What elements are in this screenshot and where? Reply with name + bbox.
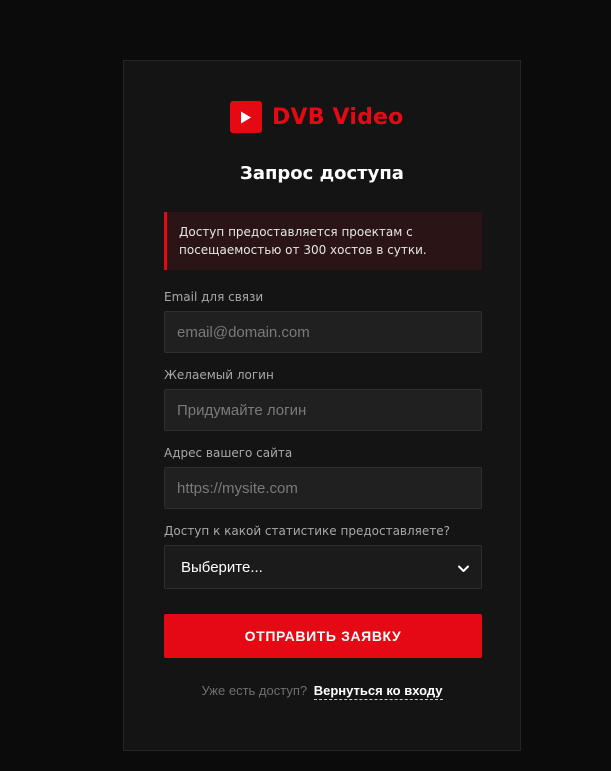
page: DVB Video Запрос доступа Доступ предоста… xyxy=(0,0,611,771)
brand-logo: DVB Video xyxy=(230,101,403,133)
page-title: Запрос доступа xyxy=(240,163,404,184)
stats-select[interactable]: Выберите... xyxy=(164,545,482,589)
brand-name: DVB Video xyxy=(272,104,404,130)
play-icon xyxy=(230,101,262,133)
email-field-label: Email для связи xyxy=(164,290,264,304)
login-field[interactable] xyxy=(164,389,482,431)
stats-select-label: Доступ к какой статистике предоставляете… xyxy=(164,524,451,538)
login-prompt-text: Уже есть доступ? xyxy=(201,683,308,698)
login-field-label: Желаемый логин xyxy=(164,368,274,382)
stats-select-value: Выберите... xyxy=(181,558,263,576)
access-request-card: DVB Video Запрос доступа Доступ предоста… xyxy=(123,60,521,751)
submit-request-button[interactable]: ОТПРАВИТЬ ЗАЯВКУ xyxy=(164,614,482,658)
site-url-field[interactable] xyxy=(164,467,482,509)
back-to-login-link[interactable]: Вернуться ко входу xyxy=(313,683,443,700)
login-prompt: Уже есть доступ? Вернуться ко входу xyxy=(124,683,520,700)
site-url-field-label: Адрес вашего сайта xyxy=(164,446,293,460)
email-field[interactable] xyxy=(164,311,482,353)
access-notice: Доступ предоставляется проектам с посеща… xyxy=(164,212,482,270)
chevron-down-icon xyxy=(458,558,469,577)
